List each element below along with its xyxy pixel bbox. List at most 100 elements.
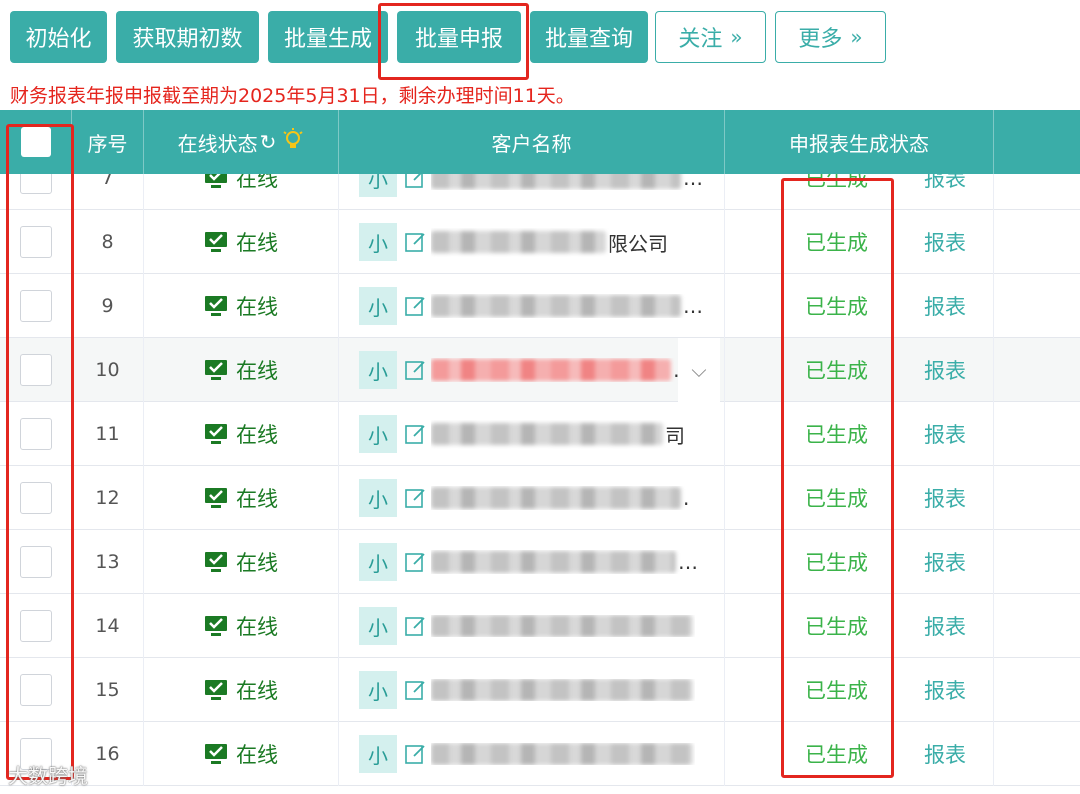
row-seq: 9 (72, 274, 144, 338)
customer-name[interactable]: … (431, 358, 693, 382)
row-checkbox[interactable] (19, 482, 52, 514)
monitor-check-icon (205, 424, 227, 444)
edit-icon[interactable] (405, 551, 427, 573)
online-status: 在线 (144, 338, 339, 402)
customer-name-cell: 小 (339, 722, 725, 786)
customer-name-suffix: … (678, 550, 698, 574)
table-row: 9 在线 小 … 已生成 报表 (0, 274, 1080, 338)
table-row: 15 在线 小 已生成 报表 (0, 658, 1080, 722)
monitor-check-icon (205, 680, 227, 700)
row-checkbox[interactable] (19, 226, 52, 258)
customer-name-cell: 小 … (339, 530, 725, 594)
header-select-all[interactable] (0, 110, 72, 174)
monitor-check-icon (205, 488, 227, 508)
customer-name-cell: 小 司 (339, 402, 725, 466)
generated-status: 已生成 (805, 423, 868, 447)
edit-icon[interactable] (405, 359, 427, 381)
more-label: 更多 (798, 27, 843, 52)
row-seq: 12 (72, 466, 144, 530)
small-scale-tag: 小 (359, 607, 397, 645)
batch-declare-button[interactable]: 批量申报 (397, 11, 521, 63)
header-extra (994, 110, 1080, 174)
edit-icon[interactable] (405, 231, 427, 253)
customer-name[interactable]: … (431, 550, 698, 574)
row-seq: 10 (72, 338, 144, 402)
double-chevron-right-icon: » (730, 25, 743, 49)
small-scale-tag: 小 (359, 287, 397, 325)
more-button[interactable]: 更多 » (775, 11, 886, 63)
small-scale-tag: 小 (359, 479, 397, 517)
report-link[interactable]: 报表 (924, 611, 966, 641)
table-row: 13 在线 小 … 已生成 报表 (0, 530, 1080, 594)
customer-name-cell: 小 . (339, 466, 725, 530)
lightbulb-icon[interactable] (282, 127, 304, 157)
batch-generate-button[interactable]: 批量生成 (268, 11, 388, 63)
select-all-checkbox[interactable] (20, 127, 51, 157)
header-online-status-label: 在线状态 (177, 131, 258, 156)
row-checkbox[interactable] (19, 546, 52, 578)
report-link[interactable]: 报表 (924, 547, 966, 577)
customer-name[interactable]: 限公司 (431, 228, 668, 257)
refresh-icon[interactable]: ↻ (260, 130, 277, 154)
generated-status: 已生成 (805, 295, 868, 319)
edit-icon[interactable] (405, 615, 427, 637)
report-link[interactable]: 报表 (924, 483, 966, 513)
edit-icon[interactable] (405, 487, 427, 509)
redacted-name (431, 743, 693, 765)
row-checkbox[interactable] (19, 354, 52, 386)
redacted-name (431, 487, 681, 509)
row-checkbox[interactable] (19, 418, 52, 450)
edit-icon[interactable] (405, 743, 427, 765)
customer-name[interactable] (431, 679, 695, 701)
batch-query-button[interactable]: 批量查询 (530, 11, 648, 63)
generated-status: 已生成 (805, 487, 868, 511)
customer-name[interactable] (431, 743, 695, 765)
generated-status: 已生成 (805, 679, 868, 703)
online-status: 在线 (144, 594, 339, 658)
customer-name-cell: 小 (339, 594, 725, 658)
customer-name[interactable]: 司 (431, 420, 685, 449)
edit-icon[interactable] (405, 295, 427, 317)
customer-table: 序号 在线状态 ↻ 客户名称 申报表生成状态 7 在线 小 … 已生成 报表 8… (0, 110, 1080, 794)
row-checkbox[interactable] (19, 290, 52, 322)
fetch-opening-balance-button[interactable]: 获取期初数 (116, 11, 259, 63)
customer-name[interactable]: … (431, 294, 703, 318)
row-checkbox[interactable] (19, 610, 52, 642)
customer-name-suffix: . (683, 486, 690, 510)
customer-name[interactable] (431, 615, 695, 637)
redacted-name (431, 231, 606, 253)
report-link[interactable]: 报表 (924, 675, 966, 705)
edit-icon[interactable] (405, 679, 427, 701)
online-status: 在线 (144, 274, 339, 338)
chevron-down-icon[interactable]: ⌵ (678, 338, 720, 402)
online-status-label: 在线 (236, 359, 278, 383)
monitor-check-icon (205, 232, 227, 252)
customer-name-suffix: 司 (665, 423, 685, 448)
watermark: 大数跨境 (8, 764, 88, 788)
monitor-check-icon (205, 296, 227, 316)
online-status-label: 在线 (236, 679, 278, 703)
report-link[interactable]: 报表 (924, 739, 966, 769)
redacted-name (431, 359, 671, 381)
table-row: 14 在线 小 已生成 报表 (0, 594, 1080, 658)
init-button[interactable]: 初始化 (10, 11, 107, 63)
customer-name[interactable]: . (431, 486, 689, 510)
follow-button[interactable]: 关注 » (655, 11, 766, 63)
header-online-status[interactable]: 在线状态 ↻ (144, 110, 339, 174)
report-link[interactable]: 报表 (924, 291, 966, 321)
monitor-check-icon (205, 360, 227, 380)
table-row: 12 在线 小 . 已生成 报表 (0, 466, 1080, 530)
monitor-check-icon (205, 552, 227, 572)
generated-status: 已生成 (805, 743, 868, 767)
deadline-notice: 财务报表年报申报截至期为2025年5月31日，剩余办理时间11天。 (10, 85, 575, 107)
redacted-name (431, 679, 693, 701)
edit-icon[interactable] (405, 423, 427, 445)
report-link[interactable]: 报表 (924, 227, 966, 257)
small-scale-tag: 小 (359, 415, 397, 453)
redacted-name (431, 615, 693, 637)
customer-name-cell: 小 (339, 658, 725, 722)
row-checkbox[interactable] (19, 674, 52, 706)
report-link[interactable]: 报表 (924, 419, 966, 449)
report-link[interactable]: 报表 (924, 355, 966, 385)
customer-name-cell: 小 限公司 (339, 210, 725, 274)
